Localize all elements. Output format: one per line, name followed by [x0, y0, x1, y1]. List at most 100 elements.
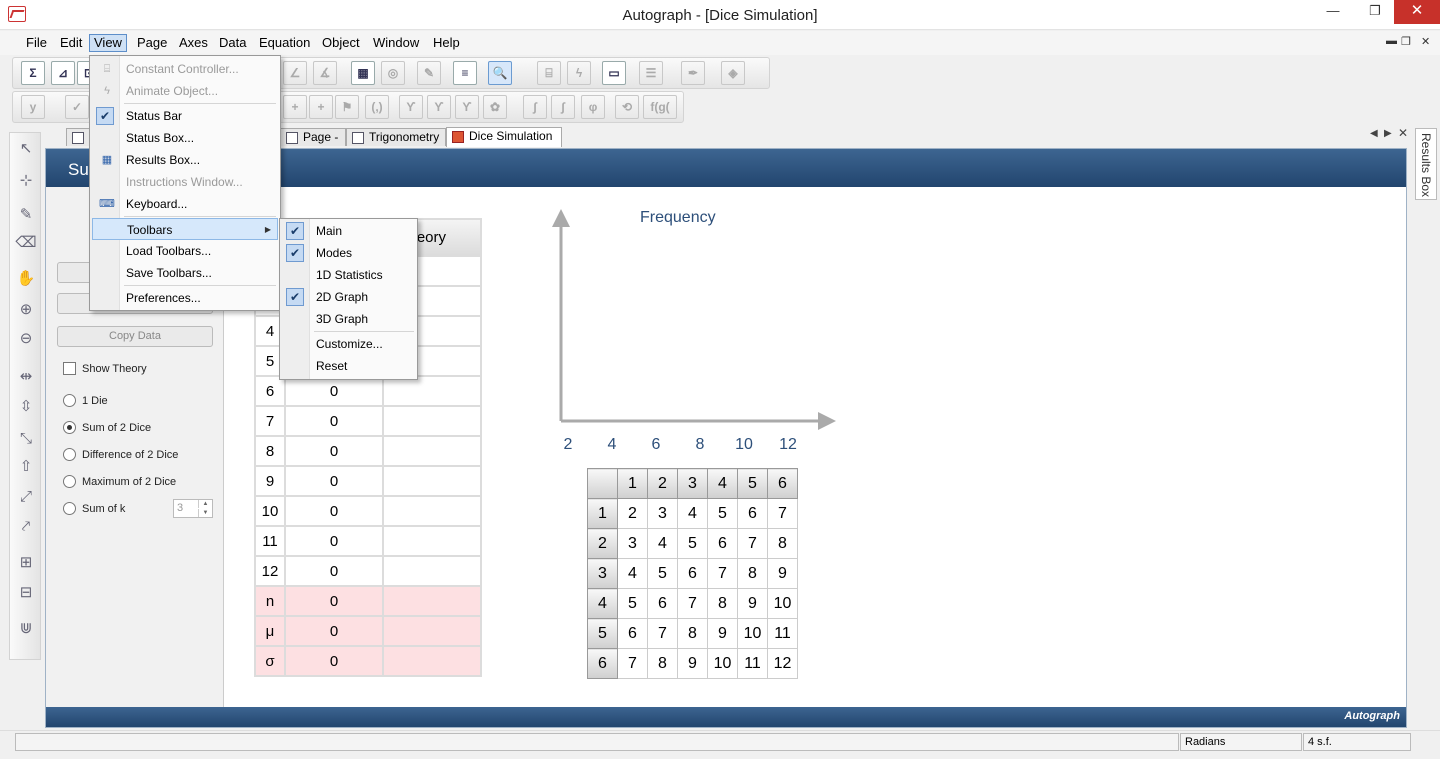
tab-trigonometry[interactable]: Trigonometry	[346, 128, 446, 146]
copy-data-button[interactable]: Copy Data	[57, 326, 213, 347]
graph-diag-icon[interactable]: ⤤	[14, 515, 38, 539]
maximize-button[interactable]: ❐	[1360, 0, 1390, 24]
zoom-out-icon[interactable]: ⊖	[14, 327, 38, 351]
monitor-icon[interactable]: ▭	[602, 61, 626, 85]
menu-item-animate-object[interactable]: ϟ Animate Object...	[92, 80, 278, 102]
mdi-restore-button[interactable]: ❐	[1401, 35, 1411, 48]
fill-color-icon[interactable]: ◈	[721, 61, 745, 85]
select-arrow-icon[interactable]: ↖	[14, 137, 38, 161]
integral-icon[interactable]: ∫	[551, 95, 575, 119]
menu-edit[interactable]: Edit	[56, 35, 86, 53]
line-style-icon[interactable]: ☰	[639, 61, 663, 85]
tab-page-4[interactable]: Page - 4	[280, 128, 346, 161]
add-point-icon[interactable]: +	[283, 95, 307, 119]
menu-data[interactable]: Data	[215, 35, 250, 53]
angle-icon[interactable]: ∠	[283, 61, 307, 85]
menu-object[interactable]: Object	[318, 35, 364, 53]
menu-item-save-toolbars[interactable]: Save Toolbars...	[92, 262, 278, 284]
transform-icon[interactable]: ⟲	[615, 95, 639, 119]
zoom-box2-icon[interactable]: ⊟	[14, 581, 38, 605]
spin-up-icon[interactable]: ▲	[198, 500, 212, 508]
globe-icon[interactable]: ◎	[381, 61, 405, 85]
tab-scroll-left-icon[interactable]: ◀	[1370, 128, 1378, 139]
scale-y-icon[interactable]: ⇳	[14, 395, 38, 419]
graph-shape3-icon[interactable]: ϒ	[455, 95, 479, 119]
menu-item-load-toolbars[interactable]: Load Toolbars...	[92, 240, 278, 262]
menu-item-status-bar[interactable]: ✔ Status Bar	[92, 105, 278, 127]
toolbar-item-customize[interactable]: Customize...	[282, 333, 415, 355]
option-1-die-radio[interactable]	[63, 394, 76, 407]
menu-item-toolbars[interactable]: Toolbars ▶	[92, 218, 278, 240]
menu-item-results-box[interactable]: ▦ Results Box...	[92, 149, 278, 171]
tab-dice-simulation[interactable]: Dice Simulation	[446, 127, 562, 147]
menu-item-keyboard[interactable]: ⌨ Keyboard...	[92, 193, 278, 215]
tangent-icon[interactable]: ∫	[523, 95, 547, 119]
graph-shape2-icon[interactable]: ϒ	[427, 95, 451, 119]
stretch-y-icon[interactable]: ⇧	[14, 455, 38, 479]
close-button[interactable]: ✕	[1394, 0, 1440, 24]
toolbar-item-2d-graph[interactable]: ✔ 2D Graph	[282, 286, 415, 308]
stretch-icon[interactable]: ⤡	[14, 427, 38, 451]
sigma-icon[interactable]: Σ	[21, 61, 45, 85]
coordinate-icon[interactable]: (,)	[365, 95, 389, 119]
toolbar-item-modes[interactable]: ✔ Modes	[282, 242, 415, 264]
option-maximum-radio[interactable]	[63, 475, 76, 488]
scale-x-icon[interactable]: ⇹	[14, 365, 38, 389]
menu-axes[interactable]: Axes	[175, 35, 212, 53]
flag-icon[interactable]: ⚑	[335, 95, 359, 119]
toolbar-item-1d-statistics[interactable]: 1D Statistics	[282, 264, 415, 286]
k-spinner[interactable]: 3 ▲ ▼	[173, 499, 213, 518]
y-x-icon[interactable]: y	[21, 95, 45, 119]
menu-page[interactable]: Page	[133, 35, 171, 53]
toolbar-item-3d-graph[interactable]: 3D Graph	[282, 308, 415, 330]
spin-down-icon[interactable]: ▼	[198, 509, 212, 517]
pen-color-icon[interactable]: ✒	[681, 61, 705, 85]
menu-item-label: Preferences...	[126, 291, 201, 305]
add-line-icon[interactable]: +	[309, 95, 333, 119]
toolbar-item-main[interactable]: ✔ Main	[282, 220, 415, 242]
zoom-in-icon[interactable]: ⊕	[14, 298, 38, 322]
show-theory-checkbox[interactable]	[63, 362, 76, 375]
results-box-tab[interactable]: Results Box	[1415, 128, 1437, 200]
new-1d-page-icon[interactable]: ⊿	[51, 61, 75, 85]
wrench-icon[interactable]: ✎	[417, 61, 441, 85]
angle-measure-icon[interactable]: ∡	[313, 61, 337, 85]
graph-shape-icon[interactable]: ϒ	[399, 95, 423, 119]
pencil-icon[interactable]: ✎	[14, 203, 38, 227]
toolbar-item-reset[interactable]: Reset	[282, 355, 415, 377]
zoom-icon[interactable]: 🔍	[488, 61, 512, 85]
fg-icon[interactable]: f(g(	[643, 95, 677, 119]
menu-equation[interactable]: Equation	[255, 35, 314, 53]
mdi-close-button[interactable]: ✕	[1421, 35, 1430, 48]
graph-up-icon[interactable]: ⤢	[14, 485, 38, 509]
lightning-icon[interactable]: ϟ	[567, 61, 591, 85]
eraser-icon[interactable]: ⌫	[14, 231, 38, 255]
tab-scroll-right-icon[interactable]: ▶	[1384, 128, 1392, 139]
check-icon[interactable]: ✓	[65, 95, 89, 119]
menu-help[interactable]: Help	[429, 35, 464, 53]
zoom-box-icon[interactable]: ⊞	[14, 551, 38, 575]
menu-item-status-box[interactable]: Status Box...	[92, 127, 278, 149]
option-difference-radio[interactable]	[63, 448, 76, 461]
key-icon[interactable]: ⌸	[537, 61, 561, 85]
menu-view[interactable]: View	[89, 34, 127, 52]
option-sum-2-dice-radio[interactable]	[63, 421, 76, 434]
turtle-icon[interactable]: ✿	[483, 95, 507, 119]
precision-status[interactable]: 4 s.f.	[1303, 733, 1411, 751]
menu-file[interactable]: File	[22, 35, 51, 53]
text-box-icon[interactable]: ≡	[453, 61, 477, 85]
mdi-minimize-button[interactable]: ▬	[1386, 35, 1397, 47]
calculator-icon[interactable]: ▦	[351, 61, 375, 85]
hand-icon[interactable]: ✋	[14, 267, 38, 291]
menu-item-instructions-window[interactable]: Instructions Window...	[92, 171, 278, 193]
angle-mode-status[interactable]: Radians	[1180, 733, 1302, 751]
magnet-icon[interactable]: ⋓	[14, 617, 38, 641]
tab-close-icon[interactable]: ✕	[1398, 126, 1408, 140]
minimize-button[interactable]: —	[1318, 0, 1348, 24]
menu-item-preferences[interactable]: Preferences...	[92, 287, 278, 309]
add-point-icon[interactable]: ⊹	[14, 169, 38, 193]
option-sum-of-k-radio[interactable]	[63, 502, 76, 515]
menu-window[interactable]: Window	[369, 35, 423, 53]
menu-item-constant-controller[interactable]: ⌸ Constant Controller...	[92, 58, 278, 80]
function-icon[interactable]: φ	[581, 95, 605, 119]
